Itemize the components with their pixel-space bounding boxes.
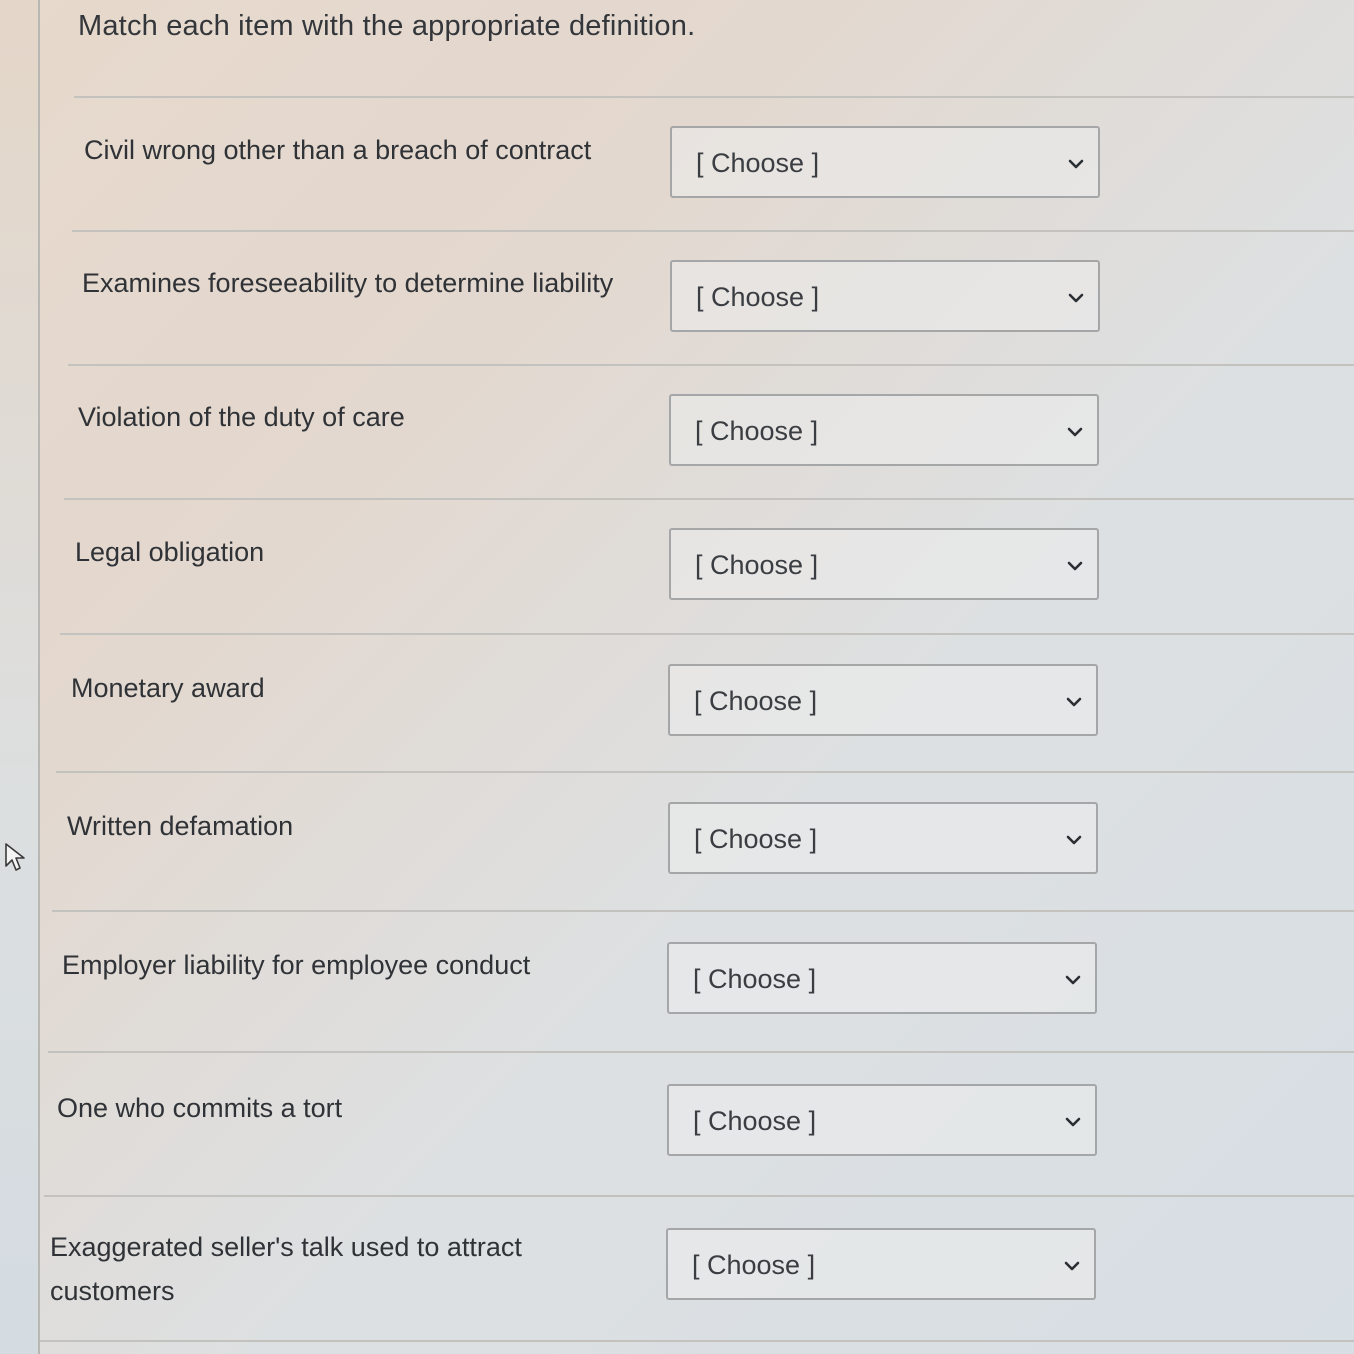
divider bbox=[48, 1051, 1354, 1053]
chevron-down-icon bbox=[1066, 835, 1082, 845]
select-value: [ Choose ] bbox=[694, 824, 818, 854]
chevron-down-icon bbox=[1067, 427, 1083, 437]
definition-select[interactable]: [ Choose ] bbox=[667, 942, 1097, 1014]
divider bbox=[74, 96, 1354, 98]
definition-select[interactable]: [ Choose ] bbox=[666, 1228, 1096, 1300]
match-item-label: Civil wrong other than a breach of contr… bbox=[84, 135, 592, 165]
select-value: [ Choose ] bbox=[696, 148, 820, 178]
chevron-down-icon bbox=[1067, 561, 1083, 571]
match-item-label: Violation of the duty of care bbox=[78, 402, 405, 432]
mouse-pointer-icon bbox=[5, 843, 25, 871]
definition-select[interactable]: [ Choose ] bbox=[669, 528, 1099, 600]
select-value: [ Choose ] bbox=[695, 550, 819, 580]
definition-select[interactable]: [ Choose ] bbox=[668, 664, 1098, 736]
chevron-down-icon bbox=[1068, 293, 1084, 303]
select-value: [ Choose ] bbox=[696, 282, 820, 312]
divider bbox=[52, 910, 1354, 912]
chevron-down-icon bbox=[1065, 975, 1081, 985]
divider bbox=[64, 498, 1354, 500]
select-value: [ Choose ] bbox=[693, 964, 817, 994]
divider bbox=[44, 1195, 1354, 1197]
match-item-label: Written defamation bbox=[67, 811, 294, 841]
chevron-down-icon bbox=[1065, 1117, 1081, 1127]
definition-select[interactable]: [ Choose ] bbox=[669, 394, 1099, 466]
definition-select[interactable]: [ Choose ] bbox=[670, 260, 1100, 332]
definition-select[interactable]: [ Choose ] bbox=[670, 126, 1100, 198]
chevron-down-icon bbox=[1064, 1261, 1080, 1271]
question-prompt: Match each item with the appropriate def… bbox=[78, 10, 696, 42]
match-item-label: Exaggerated seller's talk used to attrac… bbox=[50, 1232, 522, 1306]
divider bbox=[68, 364, 1354, 366]
match-item-label: Monetary award bbox=[71, 673, 265, 703]
chevron-down-icon bbox=[1066, 697, 1082, 707]
left-gutter bbox=[0, 0, 40, 1354]
divider bbox=[40, 1340, 1354, 1342]
select-value: [ Choose ] bbox=[693, 1106, 817, 1136]
select-value: [ Choose ] bbox=[694, 686, 818, 716]
select-value: [ Choose ] bbox=[692, 1250, 816, 1280]
match-item-label: One who commits a tort bbox=[57, 1093, 343, 1123]
chevron-down-icon bbox=[1068, 159, 1084, 169]
select-value: [ Choose ] bbox=[695, 416, 819, 446]
match-item-label: Employer liability for employee conduct bbox=[62, 950, 531, 980]
divider bbox=[72, 230, 1354, 232]
divider bbox=[56, 771, 1354, 773]
definition-select[interactable]: [ Choose ] bbox=[668, 802, 1098, 874]
divider bbox=[60, 633, 1354, 635]
match-item-label: Examines foreseeability to determine lia… bbox=[82, 268, 614, 298]
match-item-label: Legal obligation bbox=[75, 537, 265, 567]
definition-select[interactable]: [ Choose ] bbox=[667, 1084, 1097, 1156]
